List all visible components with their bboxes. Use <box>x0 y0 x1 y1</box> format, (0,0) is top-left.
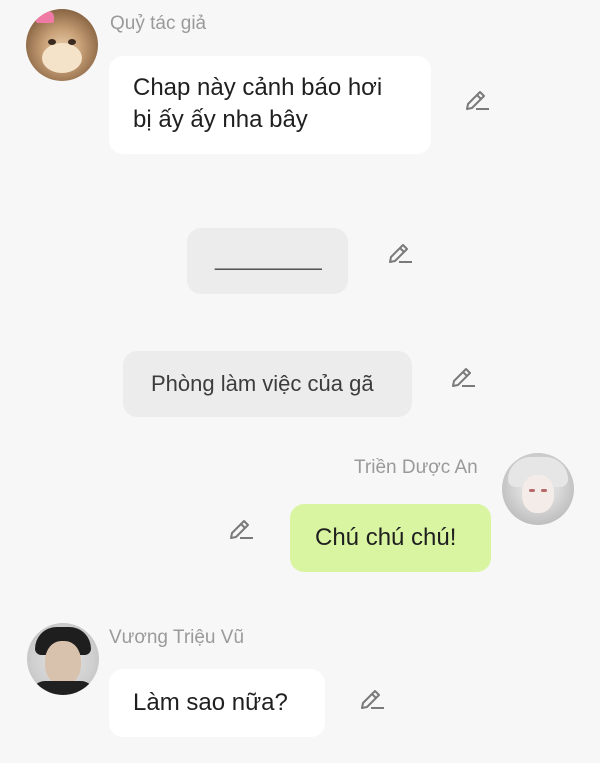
avatar-eye <box>541 489 547 492</box>
message-bubble[interactable]: Làm sao nữa? <box>109 669 325 737</box>
scene-divider-bubble[interactable]: ________ <box>187 228 348 294</box>
message-bubble-self[interactable]: Chú chú chú! <box>290 504 491 572</box>
pencil-edit-icon[interactable] <box>463 84 491 112</box>
sender-name: Vương Triệu Vũ <box>109 627 245 648</box>
message-text: Chú chú chú! <box>315 524 457 551</box>
message-text-line: Chap này cảnh báo hơi <box>133 74 383 101</box>
cat-avatar[interactable] <box>26 9 98 81</box>
avatar-body <box>31 681 95 695</box>
cat-eye <box>68 39 76 45</box>
avatar-eye <box>529 489 535 492</box>
cat-eye <box>48 39 56 45</box>
message-text: Làm sao nữa? <box>133 689 288 716</box>
divider-text: ________ <box>215 244 322 271</box>
avatar-face <box>522 475 554 513</box>
cat-face <box>42 43 82 73</box>
dark-hair-avatar[interactable] <box>27 623 99 695</box>
message-bubble[interactable]: Chap này cảnh báo hơi bị ấy ấy nha bây <box>109 56 431 154</box>
pencil-edit-icon[interactable] <box>449 361 477 389</box>
avatar-face <box>45 641 81 685</box>
bow-decoration <box>36 11 54 23</box>
pencil-edit-icon[interactable] <box>386 237 414 265</box>
caption-text: Phòng làm việc của gã <box>151 371 374 396</box>
pencil-edit-icon[interactable] <box>358 683 386 711</box>
pencil-edit-icon[interactable] <box>227 513 255 541</box>
sender-name: Quỷ tác giả <box>110 13 207 34</box>
scene-caption-bubble[interactable]: Phòng làm việc của gã <box>123 351 412 417</box>
sender-name: Triền Dược An <box>354 457 478 478</box>
message-text-line: bị ấy ấy nha bây <box>133 106 308 133</box>
white-hair-avatar[interactable] <box>502 453 574 525</box>
